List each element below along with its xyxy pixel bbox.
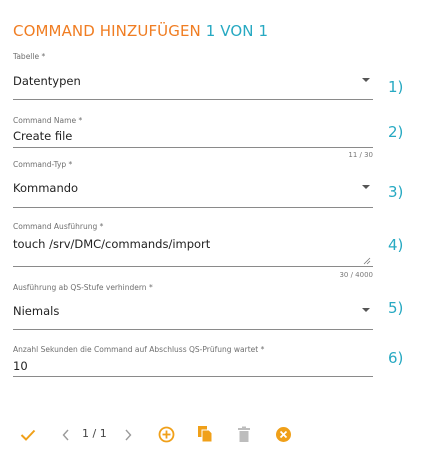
command-typ-label: Command-Typ * — [13, 160, 73, 169]
title-text: COMMAND HINZUFÜGEN — [13, 22, 201, 40]
copy-icon[interactable] — [197, 425, 214, 443]
dropdown-arrow-icon[interactable] — [362, 308, 370, 312]
command-typ-select[interactable]: Command-Typ * Kommando — [13, 160, 373, 210]
field-underline — [13, 376, 373, 377]
field-underline — [13, 147, 373, 148]
annotation-number: 4) — [388, 236, 404, 254]
annotation-number: 2) — [388, 123, 404, 141]
char-counter: 11 / 30 — [348, 151, 373, 159]
tabelle-value: Datentypen — [13, 74, 81, 88]
add-circle-icon[interactable] — [158, 426, 175, 443]
record-counter: 1 VON 1 — [205, 22, 269, 40]
dropdown-arrow-icon[interactable] — [362, 185, 370, 189]
tabelle-label: Tabelle * — [13, 52, 46, 61]
field-underline — [13, 266, 373, 267]
chevron-right-icon[interactable] — [124, 429, 132, 441]
delete-icon[interactable] — [237, 426, 251, 443]
command-name-input[interactable]: Command Name * Create file 11 / 30 — [13, 116, 373, 164]
chevron-left-icon[interactable] — [62, 429, 70, 441]
command-ausfuehrung-value: touch /srv/DMC/commands/import — [13, 237, 211, 251]
field-underline — [13, 99, 373, 100]
page-title: COMMAND HINZUFÜGEN 1 VON 1 — [13, 22, 268, 40]
pager-text: 1 / 1 — [82, 427, 107, 440]
annotation-number: 3) — [388, 183, 404, 201]
wait-seconds-input[interactable]: Anzahl Sekunden die Command auf Abschlus… — [13, 345, 373, 379]
annotation-number: 1) — [388, 78, 404, 96]
check-icon[interactable] — [20, 428, 36, 442]
field-underline — [13, 329, 373, 330]
qs-stufe-select[interactable]: Ausführung ab QS-Stufe verhindern * Niem… — [13, 283, 373, 333]
command-ausfuehrung-label: Command Ausführung * — [13, 222, 104, 231]
annotation-number: 6) — [388, 349, 404, 367]
cancel-icon[interactable] — [275, 426, 292, 443]
qs-stufe-value: Niemals — [13, 304, 60, 318]
wait-seconds-value: 10 — [13, 359, 28, 373]
dropdown-arrow-icon[interactable] — [362, 78, 370, 82]
tabelle-select[interactable]: Tabelle * Datentypen — [13, 52, 373, 102]
wait-seconds-label: Anzahl Sekunden die Command auf Abschlus… — [13, 345, 265, 354]
field-underline — [13, 207, 373, 208]
command-typ-value: Kommando — [13, 181, 79, 195]
qs-stufe-label: Ausführung ab QS-Stufe verhindern * — [13, 283, 153, 292]
command-name-label: Command Name * — [13, 116, 83, 125]
command-name-value: Create file — [13, 129, 73, 143]
char-counter: 30 / 4000 — [339, 271, 373, 279]
annotation-number: 5) — [388, 299, 404, 317]
resize-handle-icon[interactable] — [363, 257, 371, 265]
command-ausfuehrung-textarea[interactable]: Command Ausführung * touch /srv/DMC/comm… — [13, 222, 373, 282]
